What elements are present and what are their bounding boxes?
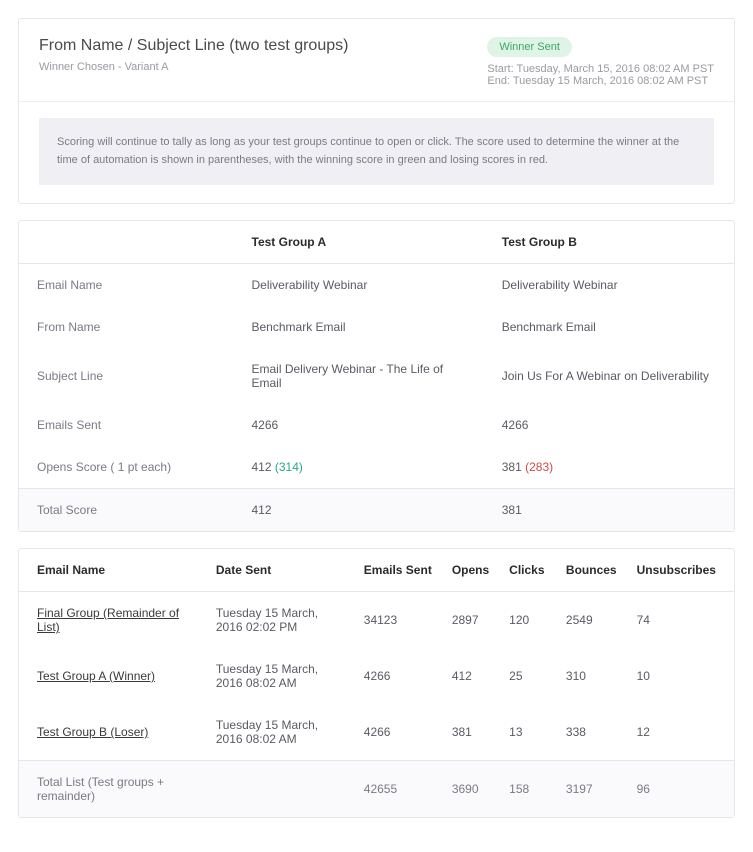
value-emails-sent-b: 4266 <box>484 404 734 446</box>
cell-unsubs: 12 <box>627 704 734 761</box>
col-header-group-b: Test Group B <box>484 221 734 264</box>
opens-score-a-main: 412 <box>252 460 272 474</box>
cell-clicks: 13 <box>499 704 556 761</box>
value-from-name-a: Benchmark Email <box>234 306 484 348</box>
header-left: From Name / Subject Line (two test group… <box>39 37 348 73</box>
header-section: From Name / Subject Line (two test group… <box>19 19 734 101</box>
total-unsubs: 96 <box>627 761 734 818</box>
end-time: End: Tuesday 15 March, 2016 08:02 AM PST <box>487 75 714 87</box>
cell-unsubs: 10 <box>627 648 734 704</box>
row-subject-line: Subject Line Email Delivery Webinar - Th… <box>19 348 734 404</box>
row-from-name: From Name Benchmark Email Benchmark Emai… <box>19 306 734 348</box>
col-bounces: Bounces <box>556 549 627 592</box>
header-right: Winner Sent Start: Tuesday, March 15, 20… <box>487 37 714 87</box>
cell-opens: 381 <box>442 704 499 761</box>
total-sent: 42655 <box>354 761 442 818</box>
cell-sent: 34123 <box>354 592 442 649</box>
results-card: Email Name Date Sent Emails Sent Opens C… <box>18 548 735 818</box>
cell-bounces: 2549 <box>556 592 627 649</box>
cell-sent: 4266 <box>354 704 442 761</box>
total-opens: 3690 <box>442 761 499 818</box>
start-time: Start: Tuesday, March 15, 2016 08:02 AM … <box>487 63 714 75</box>
row-emails-sent: Emails Sent 4266 4266 <box>19 404 734 446</box>
col-unsubs: Unsubscribes <box>627 549 734 592</box>
page-title: From Name / Subject Line (two test group… <box>39 37 348 55</box>
table-row: Final Group (Remainder of List) Tuesday … <box>19 592 734 649</box>
scoring-info-box: Scoring will continue to tally as long a… <box>39 118 714 185</box>
col-email-name: Email Name <box>19 549 206 592</box>
row-total-score: Total Score 412 381 <box>19 489 734 532</box>
winner-sent-badge: Winner Sent <box>487 37 572 57</box>
opens-score-b-paren: (283) <box>525 460 553 474</box>
label-opens-score: Opens Score ( 1 pt each) <box>19 446 234 489</box>
col-header-group-a: Test Group A <box>234 221 484 264</box>
results-table: Email Name Date Sent Emails Sent Opens C… <box>19 549 734 817</box>
total-bounces: 3197 <box>556 761 627 818</box>
label-email-name: Email Name <box>19 264 234 307</box>
cell-date: Tuesday 15 March, 2016 08:02 AM <box>206 704 354 761</box>
cell-date: Tuesday 15 March, 2016 08:02 AM <box>206 648 354 704</box>
email-link-group-a[interactable]: Test Group A (Winner) <box>37 669 155 683</box>
cell-bounces: 310 <box>556 648 627 704</box>
table-row: Test Group A (Winner) Tuesday 15 March, … <box>19 648 734 704</box>
comparison-card: Test Group A Test Group B Email Name Del… <box>18 220 735 532</box>
col-opens: Opens <box>442 549 499 592</box>
row-email-name: Email Name Deliverability Webinar Delive… <box>19 264 734 307</box>
value-from-name-b: Benchmark Email <box>484 306 734 348</box>
label-total-score: Total Score <box>19 489 234 532</box>
total-label: Total List (Test groups + remainder) <box>19 761 206 818</box>
opens-score-a-paren: (314) <box>275 460 303 474</box>
col-clicks: Clicks <box>499 549 556 592</box>
winner-chosen-label: Winner Chosen - Variant A <box>39 61 348 73</box>
value-subject-line-b: Join Us For A Webinar on Deliverability <box>484 348 734 404</box>
cell-clicks: 120 <box>499 592 556 649</box>
ab-test-summary-card: From Name / Subject Line (two test group… <box>18 18 735 204</box>
value-emails-sent-a: 4266 <box>234 404 484 446</box>
cell-sent: 4266 <box>354 648 442 704</box>
value-email-name-b: Deliverability Webinar <box>484 264 734 307</box>
comparison-table: Test Group A Test Group B Email Name Del… <box>19 221 734 531</box>
email-link-group-b[interactable]: Test Group B (Loser) <box>37 725 148 739</box>
cell-unsubs: 74 <box>627 592 734 649</box>
total-clicks: 158 <box>499 761 556 818</box>
row-opens-score: Opens Score ( 1 pt each) 412 (314) 381 (… <box>19 446 734 489</box>
label-emails-sent: Emails Sent <box>19 404 234 446</box>
value-total-score-a: 412 <box>234 489 484 532</box>
value-total-score-b: 381 <box>484 489 734 532</box>
cell-bounces: 338 <box>556 704 627 761</box>
col-date-sent: Date Sent <box>206 549 354 592</box>
email-link-final-group[interactable]: Final Group (Remainder of List) <box>37 606 179 634</box>
col-emails-sent: Emails Sent <box>354 549 442 592</box>
cell-date: Tuesday 15 March, 2016 02:02 PM <box>206 592 354 649</box>
table-row: Test Group B (Loser) Tuesday 15 March, 2… <box>19 704 734 761</box>
label-from-name: From Name <box>19 306 234 348</box>
value-email-name-a: Deliverability Webinar <box>234 264 484 307</box>
value-subject-line-a: Email Delivery Webinar - The Life of Ema… <box>234 348 484 404</box>
label-subject-line: Subject Line <box>19 348 234 404</box>
opens-score-b-main: 381 <box>502 460 522 474</box>
value-opens-score-a: 412 (314) <box>234 446 484 489</box>
cell-opens: 2897 <box>442 592 499 649</box>
cell-opens: 412 <box>442 648 499 704</box>
cell-clicks: 25 <box>499 648 556 704</box>
value-opens-score-b: 381 (283) <box>484 446 734 489</box>
results-total-row: Total List (Test groups + remainder) 426… <box>19 761 734 818</box>
